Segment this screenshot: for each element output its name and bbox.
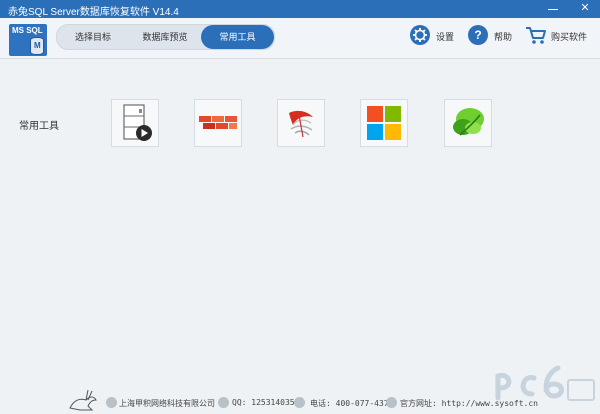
close-button[interactable]: ✕ (572, 0, 598, 18)
section-label: 常用工具 (19, 121, 59, 132)
tool-green-leaf[interactable] (444, 99, 492, 147)
sql-server-icon (289, 110, 313, 138)
phone-number: 电话: 400-077-4377 (310, 399, 394, 408)
tool-server-play[interactable] (111, 99, 159, 147)
logo-mark: M (34, 41, 41, 50)
pc6-watermark-logo (495, 365, 595, 401)
phone-icon (294, 397, 305, 408)
company-name: 上海甲积网络科技有限公司 (119, 399, 215, 408)
globe-icon (386, 397, 397, 408)
buy-label: 购买软件 (551, 32, 588, 42)
qq-icon (218, 397, 229, 408)
green-leaf-icon (453, 108, 484, 136)
buy-button[interactable]: 购买软件 (525, 25, 588, 49)
tool-windows[interactable] (360, 99, 408, 147)
tab-database-preview[interactable]: 数据库预览 (129, 25, 201, 49)
minimize-button[interactable] (540, 0, 566, 18)
tab-select-target[interactable]: 选择目标 (57, 25, 129, 49)
windows-logo-icon (367, 106, 401, 140)
app-logo: MS SQL M (9, 24, 47, 56)
tab-bar: 选择目标 数据库预览 常用工具 (56, 24, 275, 50)
settings-label: 设置 (436, 32, 455, 42)
server-play-icon (123, 104, 152, 141)
tool-red-blocks[interactable] (194, 99, 242, 147)
rabbit-logo-icon (69, 389, 97, 411)
tool-sql-server[interactable] (277, 99, 325, 147)
logo-text: MS SQL (12, 26, 43, 35)
title-bar: 赤兔SQL Server数据库恢复软件 V14.4 ✕ (0, 0, 600, 18)
help-label: 帮助 (494, 32, 513, 42)
gear-icon (410, 25, 430, 45)
cart-icon (525, 25, 547, 45)
minimize-icon (548, 9, 558, 10)
qq-number: QQ: 1253140355 (232, 398, 300, 407)
tab-common-tools[interactable]: 常用工具 (201, 25, 274, 49)
company-icon (106, 397, 117, 408)
red-blocks-icon (199, 116, 237, 129)
question-icon: ? (468, 25, 488, 45)
help-button[interactable]: ? 帮助 (468, 25, 514, 49)
window-title: 赤兔SQL Server数据库恢复软件 V14.4 (8, 7, 179, 18)
settings-button[interactable]: 设置 (410, 25, 456, 49)
